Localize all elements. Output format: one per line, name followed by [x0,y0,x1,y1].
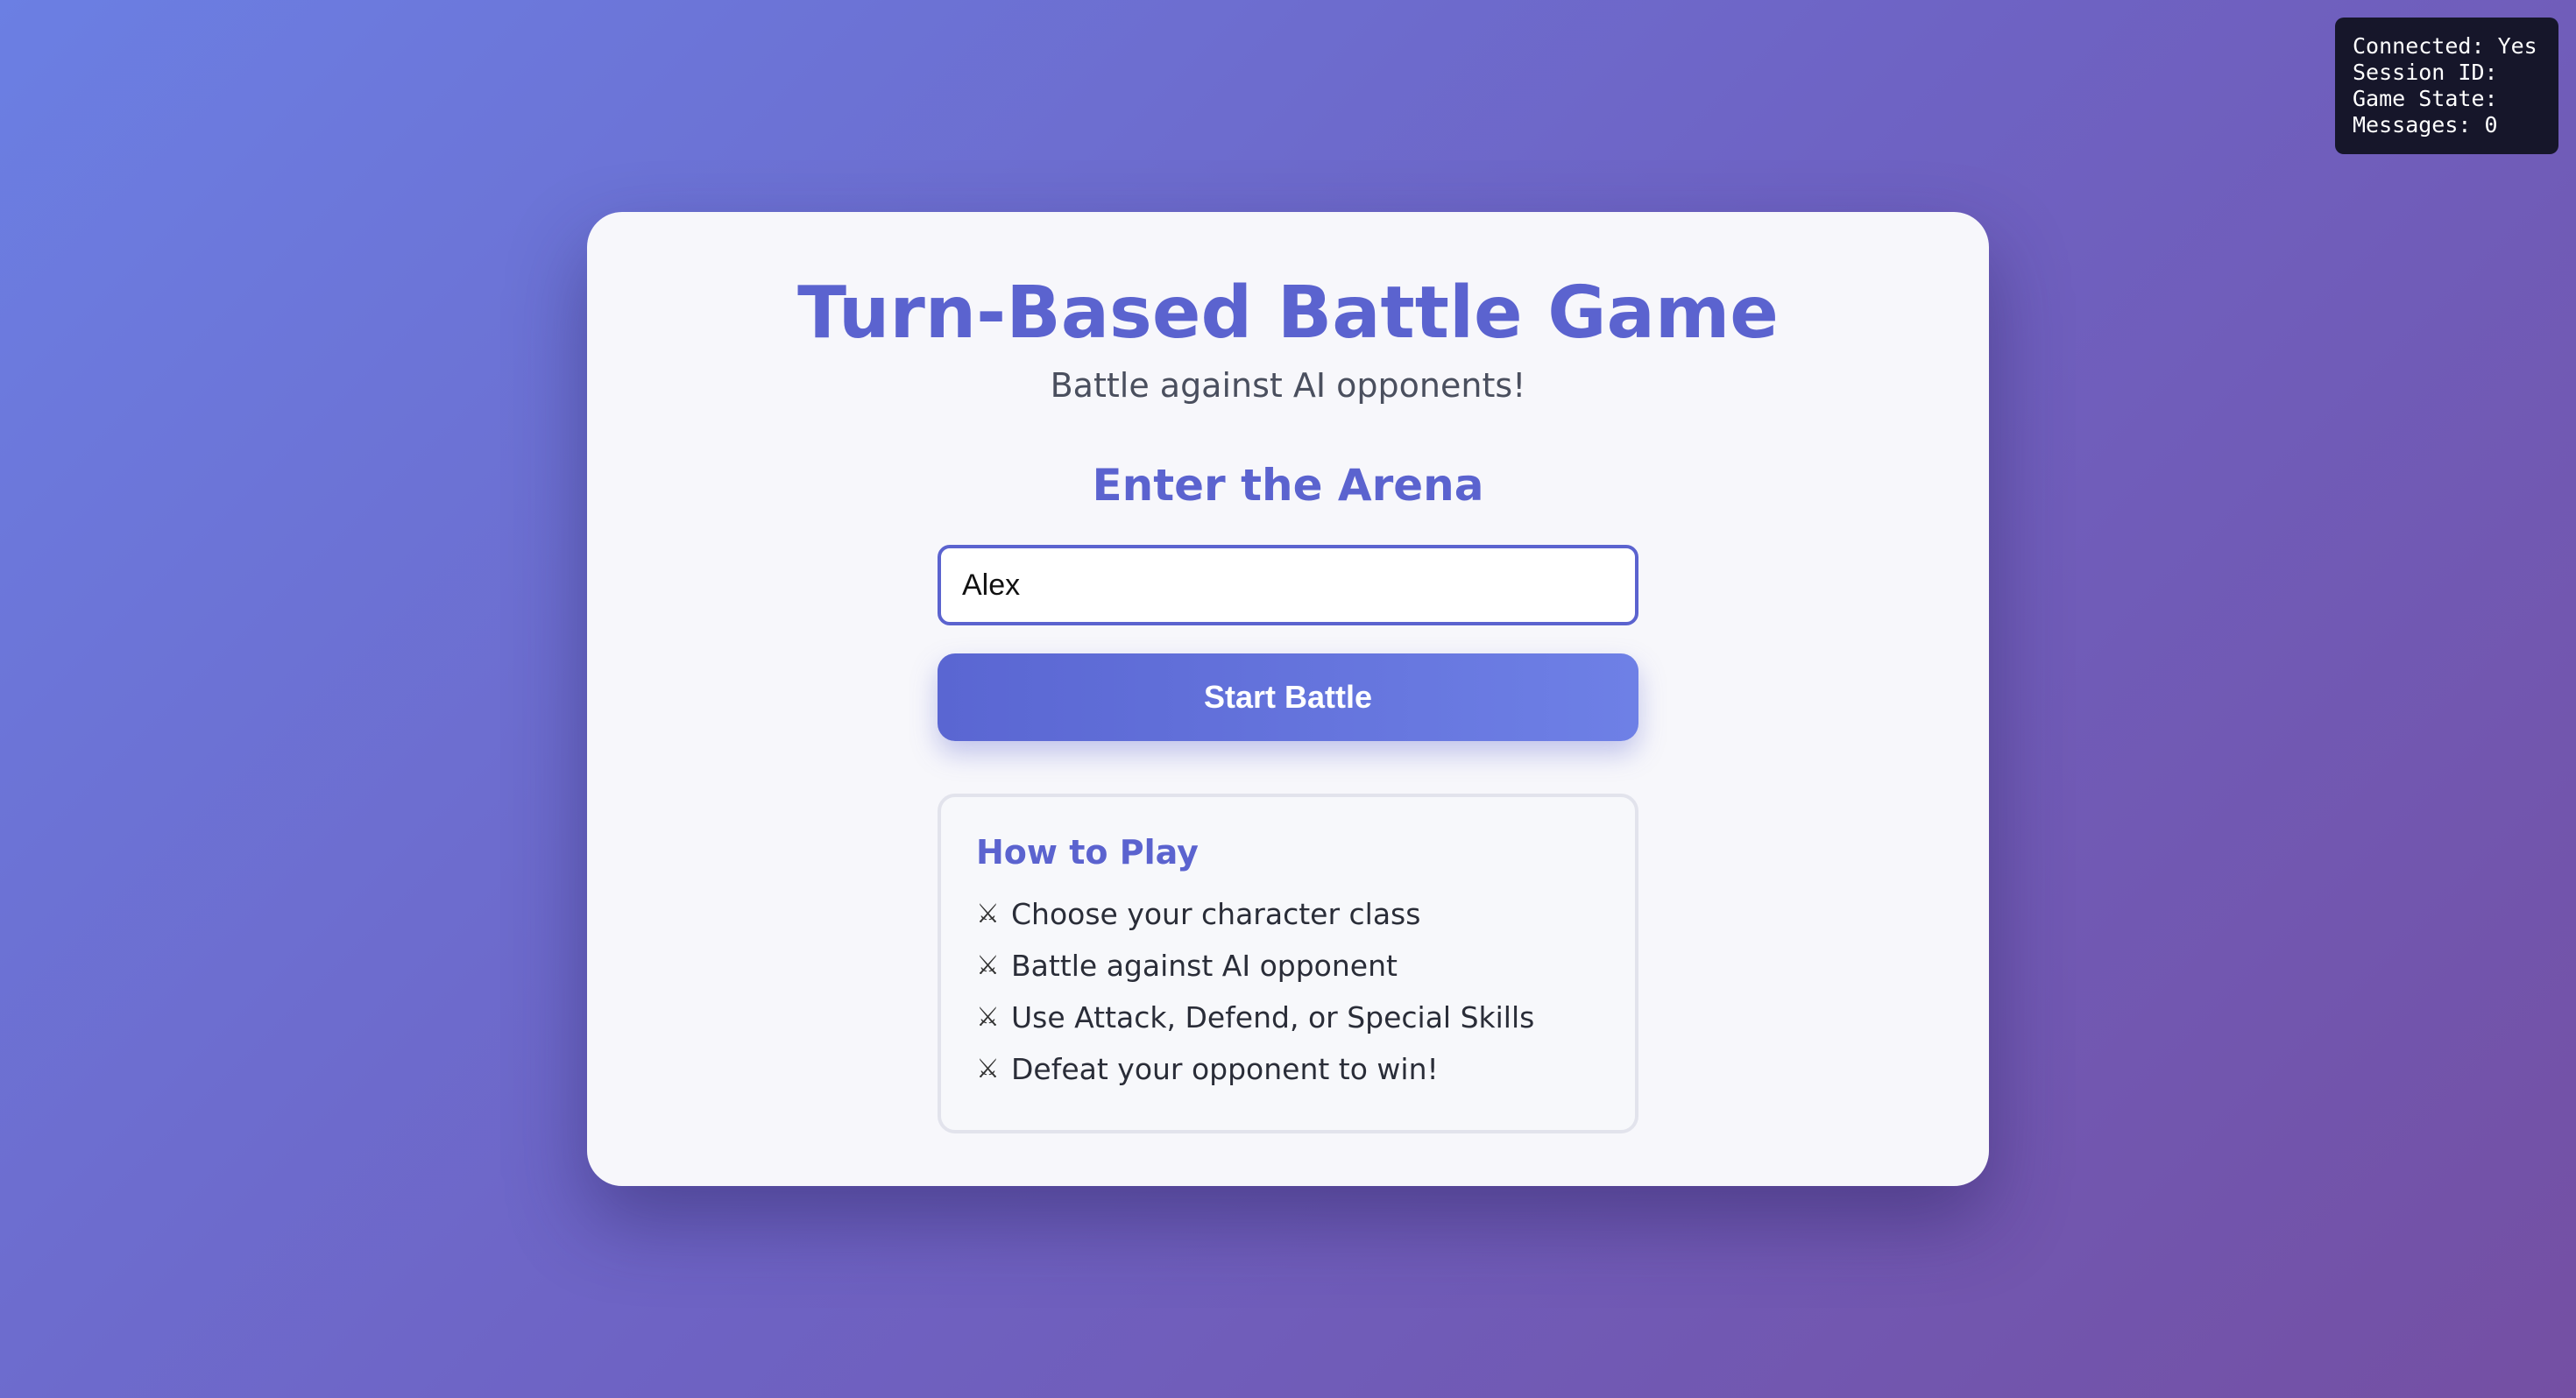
list-item: ⚔ Defeat your opponent to win! [976,1043,1600,1095]
lobby-card: Turn-Based Battle Game Battle against AI… [587,212,1989,1186]
arena-heading: Enter the Arena [1092,460,1484,511]
debug-connected: Connected: Yes [2353,33,2537,59]
how-to-play-item-text: Use Attack, Defend, or Special Skills [1011,1000,1535,1034]
list-item: ⚔ Use Attack, Defend, or Special Skills [976,992,1600,1043]
page-subtitle: Battle against AI opponents! [1050,366,1526,405]
debug-status-panel: Connected: Yes Session ID: Game State: M… [2335,18,2558,154]
start-battle-button[interactable]: Start Battle [938,653,1638,741]
crossed-swords-icon: ⚔ [976,899,1000,929]
list-item: ⚔ Battle against AI opponent [976,940,1600,992]
how-to-play-item-text: Choose your character class [1011,897,1421,931]
debug-messages: Messages: 0 [2353,112,2498,138]
how-to-play-panel: How to Play ⚔ Choose your character clas… [938,794,1638,1133]
crossed-swords-icon: ⚔ [976,1054,1000,1084]
player-name-input[interactable] [938,545,1638,625]
how-to-play-title: How to Play [976,833,1199,872]
list-item: ⚔ Choose your character class [976,888,1600,940]
page-title: Turn-Based Battle Game [797,272,1779,355]
how-to-play-item-text: Battle against AI opponent [1011,949,1398,983]
debug-session-id: Session ID: [2353,60,2498,85]
crossed-swords-icon: ⚔ [976,1002,1000,1033]
crossed-swords-icon: ⚔ [976,950,1000,981]
debug-game-state: Game State: [2353,86,2498,111]
how-to-play-item-text: Defeat your opponent to win! [1011,1052,1439,1086]
how-to-play-list: ⚔ Choose your character class ⚔ Battle a… [976,888,1600,1095]
